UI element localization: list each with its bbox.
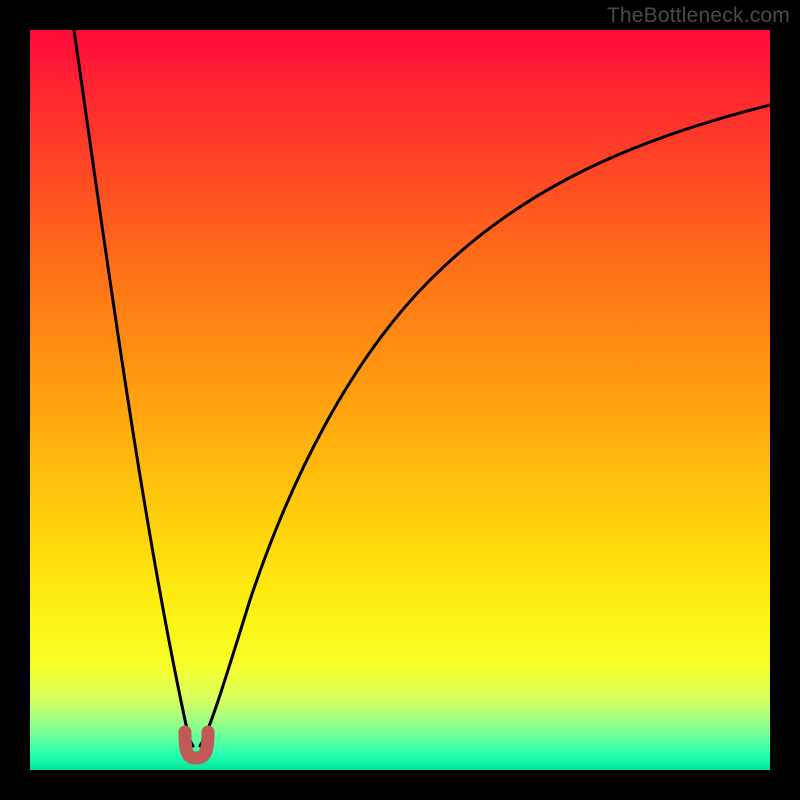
- optimal-point-marker: [185, 732, 208, 758]
- curve-left-branch: [74, 30, 193, 746]
- curve-right-branch: [200, 105, 770, 746]
- chart-frame: TheBottleneck.com: [0, 0, 800, 800]
- watermark-text: TheBottleneck.com: [607, 4, 790, 28]
- bottleneck-curve-svg: [30, 30, 770, 770]
